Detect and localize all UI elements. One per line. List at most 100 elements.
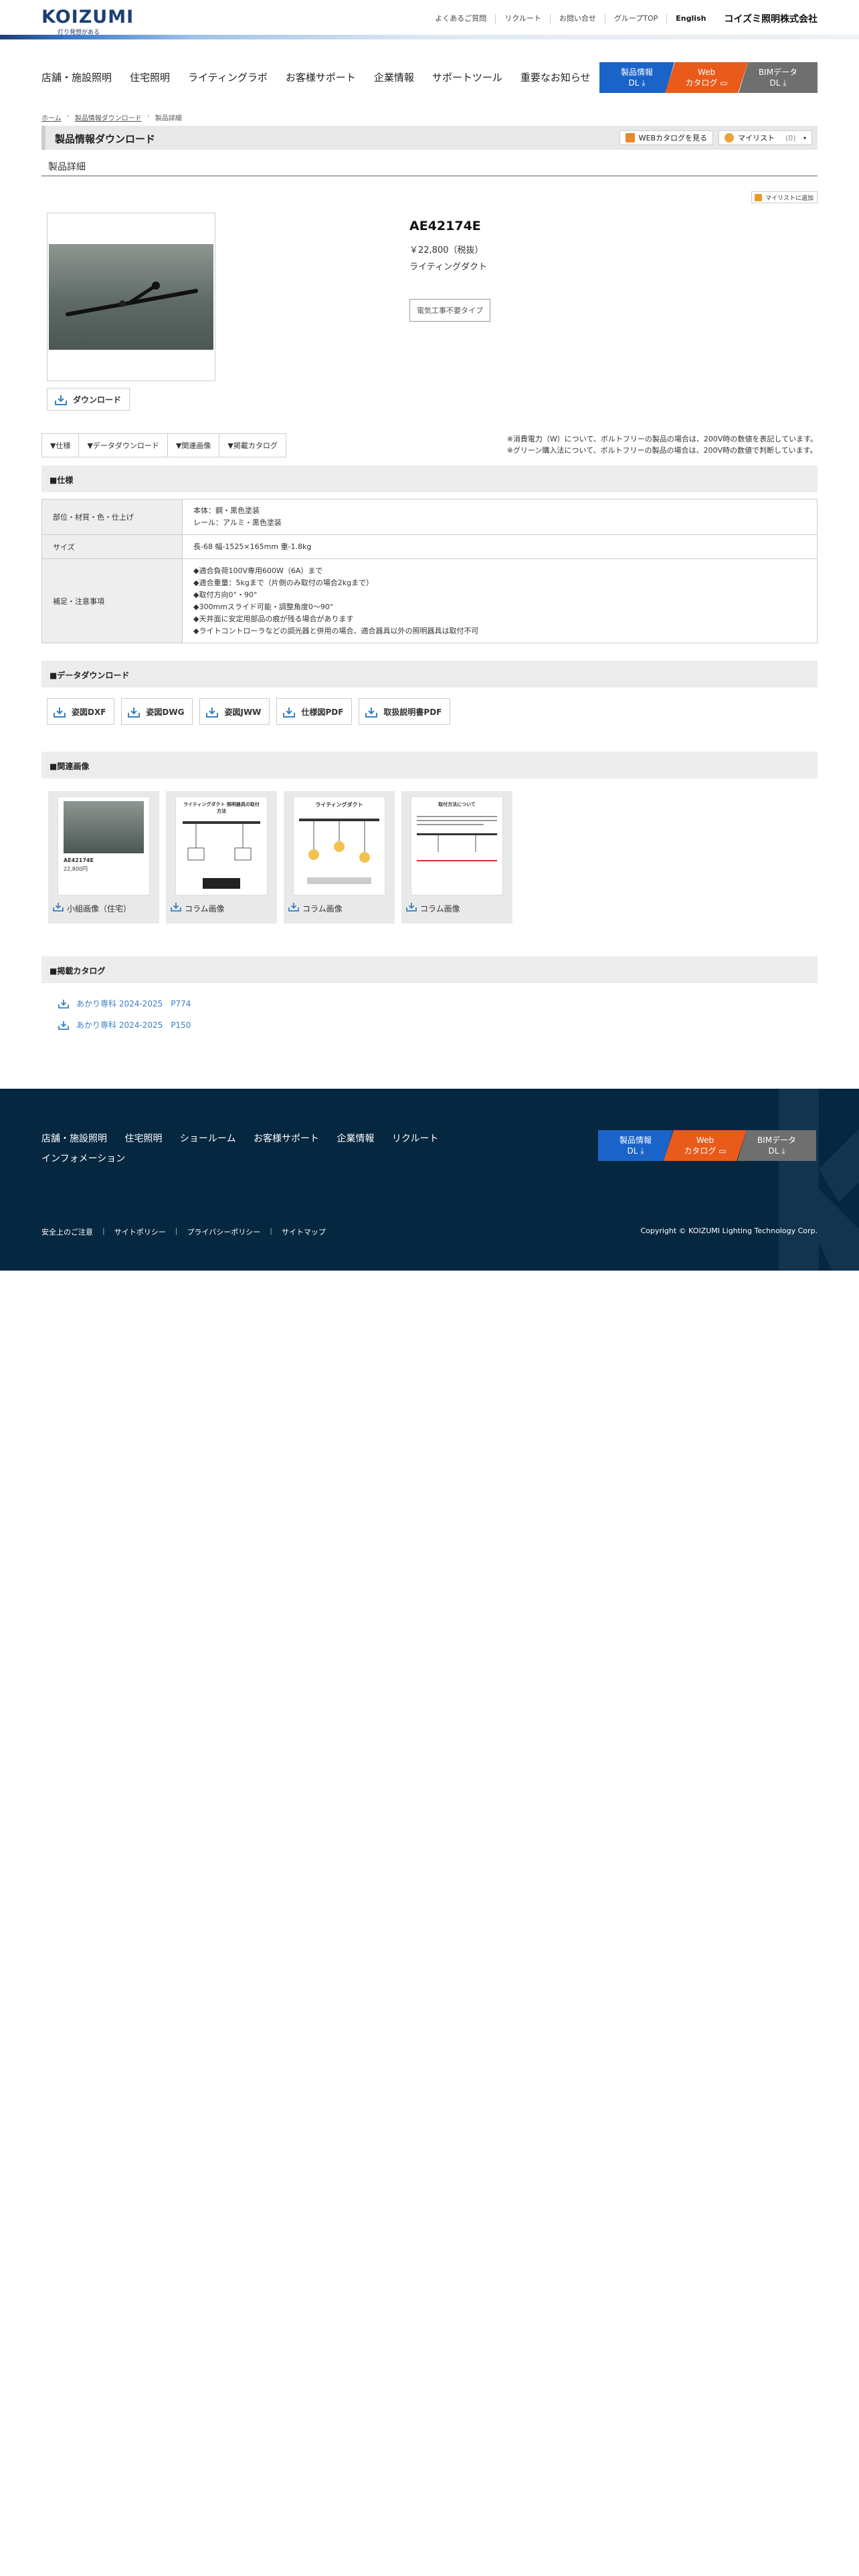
spec-value-line: ◆適合負荷100V専用600W（6A）まで <box>193 566 323 575</box>
catalog-link[interactable]: あかり専科 2024-2025 P774 <box>58 998 191 1009</box>
download-icon <box>55 395 67 405</box>
top-header: KOIZUMI 灯り発想がある よくあるご質問 リクルート お問い合せ グループ… <box>0 0 859 40</box>
mylist-button[interactable]: マイリスト (0) ▾ <box>719 130 812 145</box>
dxf-download-button[interactable]: 姿図DXF <box>47 698 115 725</box>
catalog-heading: ■掲載カタログ <box>41 956 818 983</box>
koizumi-logo[interactable]: KOIZUMI 灯り発想がある <box>41 7 134 36</box>
manual-pdf-download-button[interactable]: 取扱説明書PDF <box>359 698 451 725</box>
footer-sitemap-link[interactable]: サイトマップ <box>282 1226 326 1237</box>
related-image-card[interactable]: ライティングダクト コラム画像 <box>284 791 395 924</box>
note-line: ※消費電力（W）について、ボルトフリーの製品の場合は、200V時の数値を表記して… <box>506 435 818 443</box>
spec-value-line: ◆ライトコントローラなどの調光器と併用の場合、適合器具以外の照明器具は取付不可 <box>193 626 479 635</box>
breadcrumb-current: 製品詳細 <box>155 115 182 122</box>
related-image-card[interactable]: 取付方法について コラム画像 <box>401 791 512 924</box>
book-icon: ▭ <box>720 78 728 88</box>
related-image-card[interactable]: AE42174E 22,800円 小組画像（住宅） <box>48 791 159 924</box>
section-subtitle: 製品詳細 <box>41 154 818 177</box>
footer-nav-shop[interactable]: 店舗・施設照明 <box>41 1129 107 1149</box>
btn-label: 姿図DXF <box>72 707 106 717</box>
spec-value-line: ◆天井面に安定用部品の痕が残る場合があります <box>193 614 354 623</box>
btn-label: 姿図JWW <box>224 707 262 717</box>
contact-link[interactable]: お問い合せ <box>549 14 605 23</box>
anchor-data-download[interactable]: ▼データダウンロード <box>79 433 168 457</box>
footer-nav-showroom[interactable]: ショールーム <box>180 1129 236 1149</box>
spec-heading: ■仕様 <box>41 465 818 492</box>
product-price: ￥22,800（税抜） <box>409 245 484 255</box>
corp-link[interactable]: コイズミ照明株式会社 <box>714 12 818 25</box>
footer-k-watermark-icon <box>779 1089 859 1271</box>
footer-dl-buttons: 製品情報 DL ⤓ Web カタログ ▭ BIMデータ DL ⤓ <box>598 1130 816 1161</box>
footer-nav-support[interactable]: お客様サポート <box>254 1129 319 1149</box>
jww-download-button[interactable]: 姿図JWW <box>199 698 270 725</box>
catalog-link[interactable]: あかり専科 2024-2025 P150 <box>58 1019 191 1031</box>
related-image-label: コラム画像 <box>185 904 225 914</box>
footer-nav-recruit[interactable]: リクルート <box>392 1129 439 1149</box>
spec-value-line: ◆300mmスライド可能・調整角度0〜90° <box>193 602 334 611</box>
bim-data-dl-button[interactable]: BIMデータ DL ⤓ <box>739 62 818 93</box>
spec-label: 部位・材質・色・仕上げ <box>41 499 183 535</box>
catalog-label: あかり専科 2024-2025 P774 <box>76 999 191 1008</box>
nav-company[interactable]: 企業情報 <box>374 70 414 84</box>
product-tag: 電気工事不要タイプ <box>409 299 490 322</box>
english-link[interactable]: English <box>666 14 714 23</box>
dwg-download-button[interactable]: 姿図DWG <box>121 698 193 725</box>
btn-label: 姿図DWG <box>146 707 185 717</box>
nav-support[interactable]: お客様サポート <box>286 70 356 84</box>
related-image-label: コラム画像 <box>420 904 460 914</box>
mylist-count: (0) <box>785 133 796 142</box>
footer-nav-company[interactable]: 企業情報 <box>337 1129 374 1149</box>
breadcrumb-product-dl[interactable]: 製品情報ダウンロード <box>75 112 142 122</box>
spec-value-line: ◆適合重量：5kgまで（片側のみ取付の場合2kgまで） <box>193 578 374 587</box>
product-download-button[interactable]: ダウンロード <box>47 388 130 411</box>
faq-link[interactable]: よくあるご質問 <box>426 14 495 23</box>
add-to-mylist-button[interactable]: マイリストに追加 <box>751 191 818 203</box>
spec-value: 長-68 幅-1525×165mm 重-1.8kg <box>182 534 818 559</box>
anchor-catalog[interactable]: ▼掲載カタログ <box>219 433 286 457</box>
download-icon <box>54 708 66 718</box>
note-line: ※グリーン購入法について、ボルトフリーの製品の場合は、200V時の数値で判断して… <box>506 446 818 455</box>
spec-label: 補足・注意事項 <box>41 558 183 643</box>
star-icon <box>754 194 762 201</box>
related-thumbnail: 取付方法について <box>411 796 503 895</box>
chevron-down-icon: ▾ <box>803 134 806 141</box>
footer-sep: | <box>102 1226 105 1235</box>
nav-residential[interactable]: 住宅照明 <box>130 70 170 84</box>
product-info-dl-button[interactable]: 製品情報 DL ⤓ <box>599 62 674 93</box>
footer-nav-residential[interactable]: 住宅照明 <box>124 1129 162 1149</box>
footer-site-policy-link[interactable]: サイトポリシー <box>114 1226 166 1237</box>
thumb-photo <box>64 801 144 853</box>
btn-label-2: カタログ ▭ <box>685 78 728 88</box>
nav-notice[interactable]: 重要なお知らせ <box>520 70 591 84</box>
spec-value: ◆適合負荷100V専用600W（6A）まで ◆適合重量：5kgまで（片側のみ取付… <box>182 558 818 643</box>
btn-label: WEBカタログを見る <box>638 134 707 142</box>
nav-lighting-lab[interactable]: ライティングラボ <box>188 70 268 84</box>
nav-shop-facility[interactable]: 店舗・施設照明 <box>41 70 112 84</box>
book-icon: ▭ <box>719 1146 727 1156</box>
footer-sep: | <box>270 1226 272 1235</box>
anchor-related-images[interactable]: ▼関連画像 <box>167 433 220 457</box>
btn-label-2: DL ⤓ <box>768 1146 785 1156</box>
breadcrumb-sep: › <box>147 112 150 120</box>
footer-privacy-link[interactable]: プライバシーポリシー <box>187 1226 260 1237</box>
download-icon: ⤓ <box>781 1146 785 1156</box>
anchor-spec[interactable]: ▼仕様 <box>41 433 80 457</box>
footer-nav-information[interactable]: インフォメーション <box>41 1149 125 1169</box>
download-icon <box>406 902 417 911</box>
utility-links: よくあるご質問 リクルート お問い合せ グループTOP English コイズミ… <box>426 12 818 25</box>
related-images-heading: ■関連画像 <box>41 752 818 778</box>
footer-web-catalog-button[interactable]: Web カタログ ▭ <box>664 1130 747 1161</box>
web-catalog-view-button[interactable]: WEBカタログを見る <box>619 130 713 145</box>
breadcrumb-home[interactable]: ホーム <box>41 112 62 122</box>
footer-bim-data-dl-button[interactable]: BIMデータ DL ⤓ <box>737 1130 816 1161</box>
related-thumbnail: AE42174E 22,800円 <box>58 796 150 895</box>
download-icon <box>206 708 219 718</box>
footer-product-info-dl-button[interactable]: 製品情報 DL ⤓ <box>598 1130 673 1161</box>
nav-support-tools[interactable]: サポートツール <box>432 70 502 84</box>
web-catalog-button[interactable]: Web カタログ ▭ <box>665 62 748 93</box>
footer-safety-link[interactable]: 安全上のご注意 <box>41 1226 93 1237</box>
recruit-link[interactable]: リクルート <box>495 14 550 23</box>
spec-pdf-download-button[interactable]: 仕様図PDF <box>276 698 353 725</box>
related-image-card[interactable]: ライティングダクト 照明器具の取付方法 コラム画像 <box>166 791 277 924</box>
product-photo[interactable] <box>49 244 213 350</box>
group-top-link[interactable]: グループTOP <box>604 14 666 23</box>
